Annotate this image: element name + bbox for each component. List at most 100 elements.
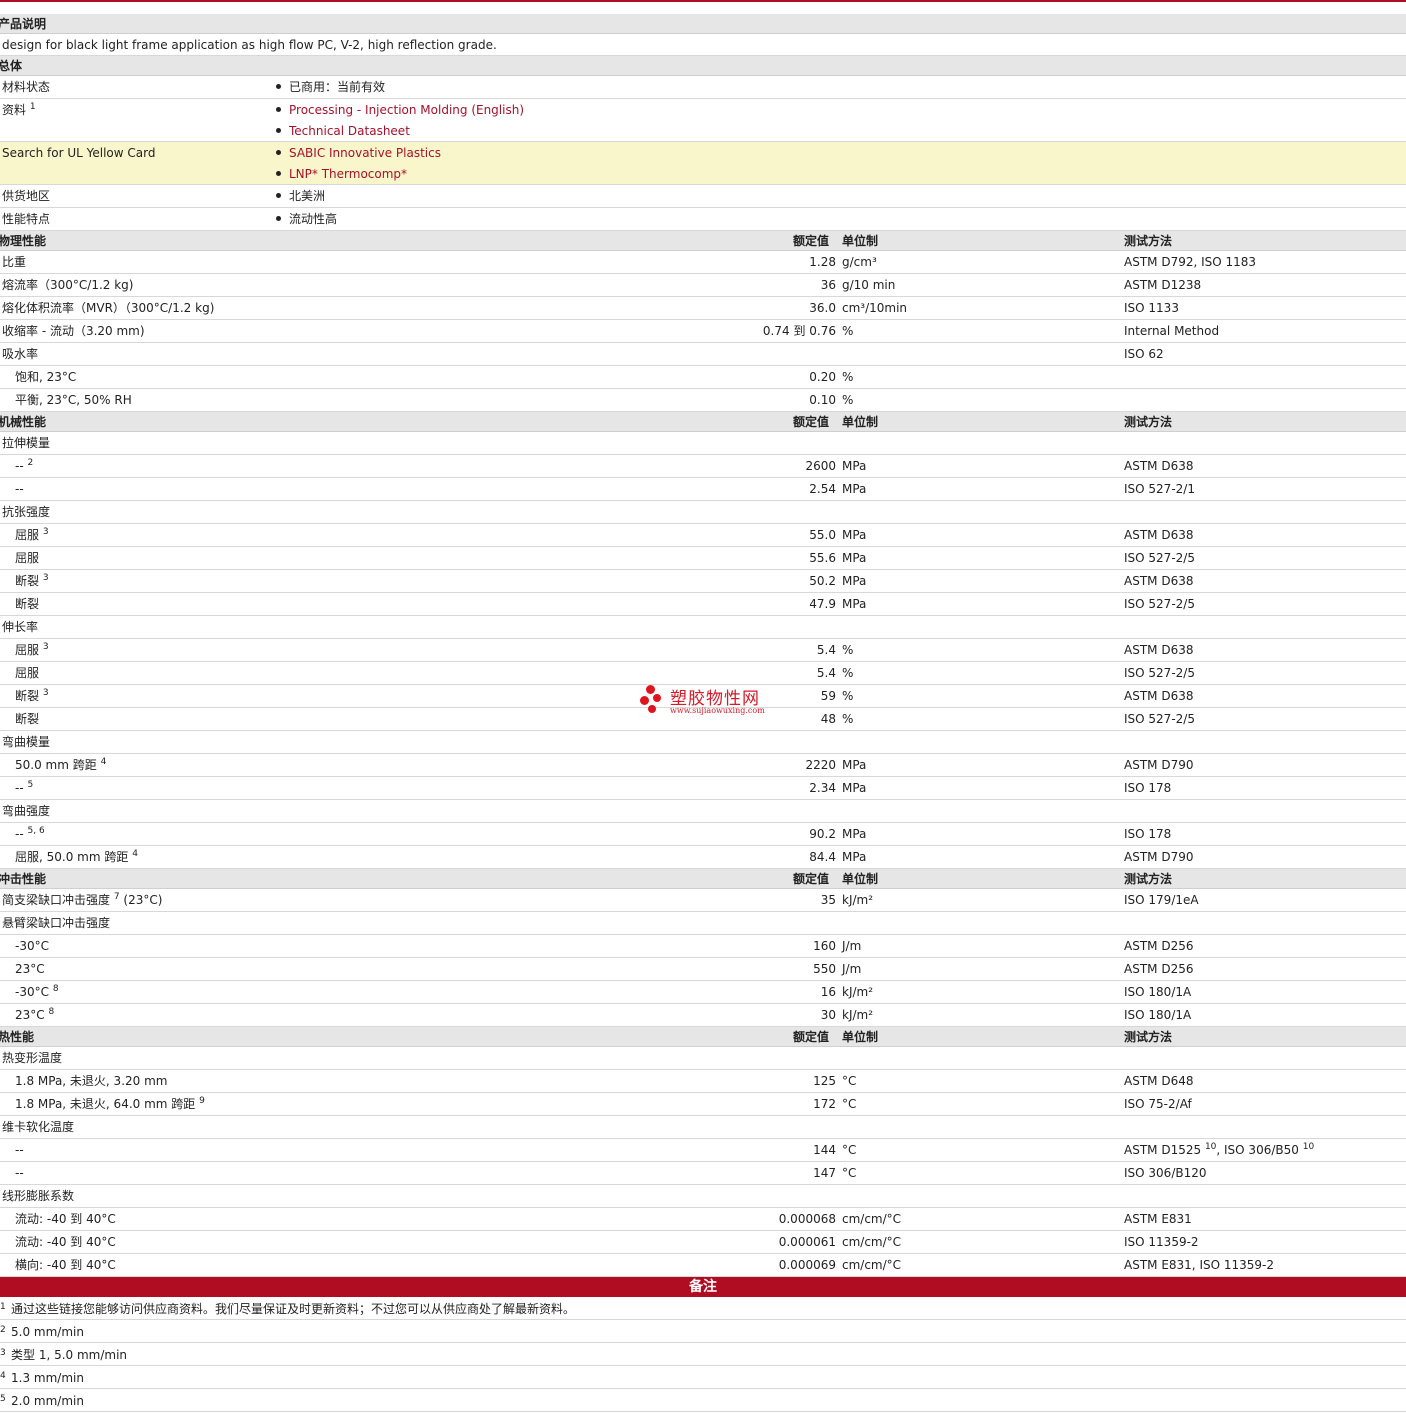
property-name-text: 简支梁缺口冲击强度: [2, 893, 111, 907]
property-row: 断裂 47.9 MPa ISO 527-2/5: [0, 593, 1406, 616]
property-row: 吸水率 ISO 62: [0, 343, 1406, 366]
footnote-ref: 5: [27, 780, 34, 790]
property-row: 断裂 3 50.2 MPa ASTM D638: [0, 570, 1406, 593]
general-item-text: 已商用：当前有效: [289, 80, 386, 94]
footnote-ref: 9: [199, 1096, 205, 1106]
property-name-text: -30°C: [15, 985, 49, 999]
footnote-ref: 4: [132, 849, 138, 859]
property-name: 断裂: [15, 593, 39, 615]
property-unit: °C: [842, 1143, 857, 1157]
property-row: 悬臂梁缺口冲击强度: [0, 912, 1406, 935]
col-header-test: 测试方法: [1124, 1030, 1173, 1044]
property-name-text: 屈服, 50.0 mm 跨距: [15, 850, 129, 864]
property-unit: g/10 min: [842, 278, 896, 292]
section-header: 冲击性能 额定值 单位制 测试方法: [0, 869, 1406, 889]
property-value: 172: [813, 1097, 836, 1111]
general-item-link[interactable]: LNP* Thermocomp*: [289, 167, 407, 181]
property-row: 拉伸模量: [0, 432, 1406, 455]
property-name-text: 横向: -40 到 40°C: [15, 1258, 116, 1272]
test-method: ASTM D790: [1124, 754, 1193, 776]
property-unit: °C: [842, 1074, 857, 1088]
test-method-text: ISO 178: [1124, 781, 1172, 795]
test-method: ASTM D1238: [1124, 274, 1201, 296]
section-header-product-desc: 产品说明: [0, 14, 1406, 34]
test-method: ASTM E831: [1124, 1208, 1192, 1230]
property-row: -- 144 °C ASTM D1525 10, ISO 306/B50 10: [0, 1139, 1406, 1162]
property-unit: %: [842, 370, 854, 384]
property-row: -- 2.54 MPa ISO 527-2/1: [0, 478, 1406, 501]
footnote-ref: 3: [42, 688, 49, 698]
general-item-link[interactable]: SABIC Innovative Plastics: [289, 146, 441, 160]
test-method-text: ASTM D792, ISO 1183: [1124, 255, 1257, 269]
general-item[interactable]: Processing - Injection Molding (English): [276, 99, 524, 120]
property-unit: %: [842, 666, 854, 680]
property-row: 饱和, 23°C 0.20%: [0, 366, 1406, 389]
property-name: 23°C 8: [15, 1004, 54, 1026]
general-label: 资料 1: [2, 99, 36, 121]
property-name-text: 伸长率: [2, 620, 39, 634]
property-name: 弯曲模量: [2, 731, 50, 753]
general-item[interactable]: Technical Datasheet: [276, 120, 524, 141]
col-header-unit: 单位制: [842, 872, 879, 886]
property-unit: cm/cm/°C: [842, 1212, 902, 1226]
property-unit: %: [842, 643, 854, 657]
property-unit: kJ/m²: [842, 1008, 874, 1022]
property-unit: %: [842, 324, 854, 338]
test-method-text: ISO 527-2/5: [1124, 666, 1195, 680]
section-title: 冲击性能: [0, 872, 47, 886]
property-unit: MPa: [842, 528, 867, 542]
property-name-text: --: [15, 1143, 24, 1157]
col-header-value: 额定值: [793, 415, 830, 429]
note-text: 类型 1, 5.0 mm/min: [11, 1348, 128, 1362]
property-row: 弯曲强度: [0, 800, 1406, 823]
footnote-ref: 2: [27, 458, 34, 468]
property-row: -30°C 160 J/m ASTM D256: [0, 935, 1406, 958]
footnote-ref: 8: [52, 984, 59, 994]
property-name: 断裂 3: [15, 570, 49, 592]
property-unit: cm/cm/°C: [842, 1235, 902, 1249]
property-name-text: 拉伸模量: [2, 436, 51, 450]
watermark-logo: 塑胶物性网 www.sujiaowuxing.com: [640, 684, 780, 724]
property-value: 144: [813, 1143, 836, 1157]
bullet-icon: [276, 193, 281, 198]
general-row: 材料状态 已商用：当前有效: [0, 76, 1406, 99]
property-name-text: 1.8 MPa, 未退火, 3.20 mm: [15, 1074, 168, 1088]
test-method: ASTM D638: [1124, 685, 1193, 707]
general-item[interactable]: SABIC Innovative Plastics: [276, 142, 441, 163]
test-method: ASTM D638: [1124, 455, 1193, 477]
general-item[interactable]: LNP* Thermocomp*: [276, 163, 441, 184]
general-item-text: 流动性高: [289, 212, 338, 226]
footnote-ref: 8: [48, 1007, 55, 1017]
section-title: 总体: [0, 59, 23, 73]
property-row: 维卡软化温度: [0, 1116, 1406, 1139]
property-name-text: --: [15, 482, 24, 496]
property-value: 0.000069: [778, 1258, 836, 1272]
property-unit: %: [842, 689, 854, 703]
property-value: 1.28: [809, 255, 836, 269]
property-name-text: 抗张强度: [2, 505, 51, 519]
property-name-text: 吸水率: [2, 347, 39, 361]
test-method: ISO 180/1A: [1124, 981, 1191, 1003]
property-value: 0.20: [809, 370, 836, 384]
property-name: 断裂 3: [15, 685, 49, 707]
note-text: 1.3 mm/min: [11, 1371, 84, 1385]
general-label-text: 资料: [2, 103, 27, 117]
general-items: SABIC Innovative Plastics LNP* Thermocomp…: [276, 142, 441, 184]
property-name-text: 流动: -40 到 40°C: [15, 1235, 116, 1249]
general-item-link[interactable]: Processing - Injection Molding (English): [289, 103, 524, 117]
col-header-test: 测试方法: [1124, 234, 1173, 248]
general-item-link[interactable]: Technical Datasheet: [289, 124, 410, 138]
property-value: 59: [820, 689, 836, 703]
section-header: 物理性能 额定值 单位制 测试方法: [0, 231, 1406, 251]
property-name: 屈服, 50.0 mm 跨距 4: [15, 846, 138, 868]
property-value: 50.2: [809, 574, 836, 588]
property-row: 比重 1.28 g/cm³ ASTM D792, ISO 1183: [0, 251, 1406, 274]
section-header-general: 总体: [0, 56, 1406, 76]
test-method: ISO 178: [1124, 823, 1171, 845]
col-header-value: 额定值: [793, 872, 830, 886]
footnote-ref: 1: [29, 102, 36, 112]
property-unit: cm³/10min: [842, 301, 908, 315]
property-name: 吸水率: [2, 343, 38, 365]
property-value: 0.74 到 0.76: [762, 324, 836, 338]
property-row: -- 147 °C ISO 306/B120: [0, 1162, 1406, 1185]
